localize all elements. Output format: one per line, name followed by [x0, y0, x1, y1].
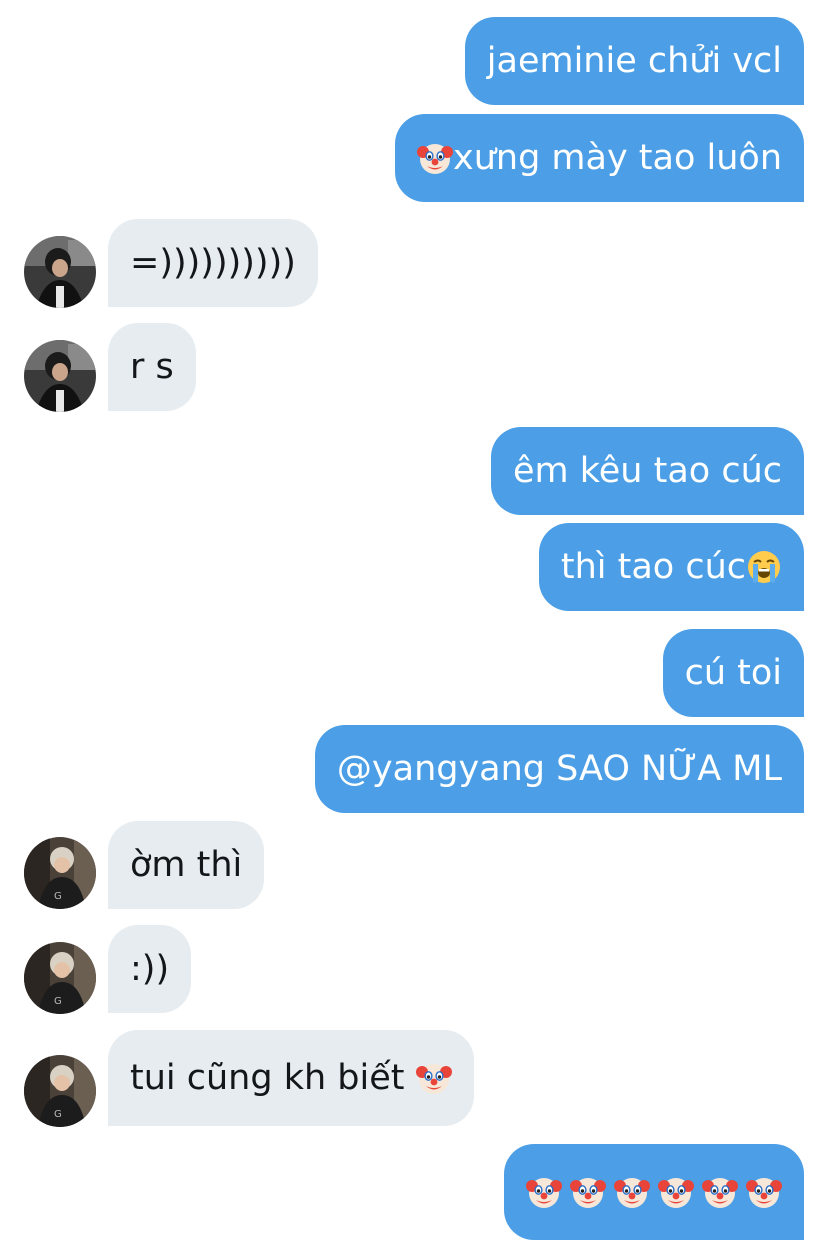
message-text: tui cũng kh biết	[130, 1058, 416, 1098]
clown-face-icon	[614, 1174, 650, 1210]
clown-face-icon	[658, 1174, 694, 1210]
clown-face-icon	[415, 1060, 452, 1096]
message-text: êm kêu tao cúc	[513, 451, 782, 491]
avatar[interactable]: G	[24, 1055, 96, 1127]
message-text: @yangyang SAO NỮA ML	[336, 749, 782, 789]
incoming-message[interactable]: =))))))))))	[108, 219, 318, 307]
svg-text:G: G	[54, 1109, 62, 1120]
avatar[interactable]: G	[24, 942, 96, 1014]
message-thread: jaeminie chửi vcl xưng mày tao luôn =)))…	[0, 0, 828, 1246]
outgoing-message[interactable]: jaeminie chửi vcl	[464, 17, 804, 105]
clown-face-icon	[416, 140, 453, 176]
avatar[interactable]	[24, 340, 96, 412]
loudly-crying-face-icon	[746, 549, 782, 585]
incoming-message[interactable]: :))	[108, 925, 192, 1013]
incoming-message[interactable]: ờm thì	[108, 821, 265, 909]
clown-face-icon	[570, 1174, 606, 1210]
outgoing-message[interactable]: xưng mày tao luôn	[394, 114, 804, 202]
clown-face-icon	[702, 1174, 738, 1210]
outgoing-message[interactable]: êm kêu tao cúc	[491, 427, 804, 515]
avatar[interactable]: G	[24, 837, 96, 909]
svg-text:G: G	[54, 996, 62, 1007]
clown-face-icon	[746, 1174, 782, 1210]
outgoing-message[interactable]	[504, 1144, 804, 1240]
message-text: =))))))))))	[130, 243, 296, 283]
svg-text:G: G	[54, 891, 62, 902]
outgoing-message[interactable]: thì tao cúc	[538, 523, 804, 611]
incoming-message[interactable]: tui cũng kh biết	[108, 1030, 474, 1126]
message-text: jaeminie chửi vcl	[486, 41, 782, 81]
message-text: r s	[130, 347, 174, 387]
avatar[interactable]	[24, 236, 96, 308]
message-text: thì tao cúc	[560, 547, 746, 587]
message-text: ờm thì	[130, 845, 243, 885]
outgoing-message[interactable]: @yangyang SAO NỮA ML	[314, 725, 804, 813]
message-text: cú toi	[684, 653, 782, 693]
clown-face-icon	[526, 1174, 562, 1210]
outgoing-message[interactable]: cú toi	[662, 629, 804, 717]
incoming-message[interactable]: r s	[108, 323, 196, 411]
message-text: :))	[130, 949, 170, 989]
message-text: xưng mày tao luôn	[452, 138, 782, 178]
